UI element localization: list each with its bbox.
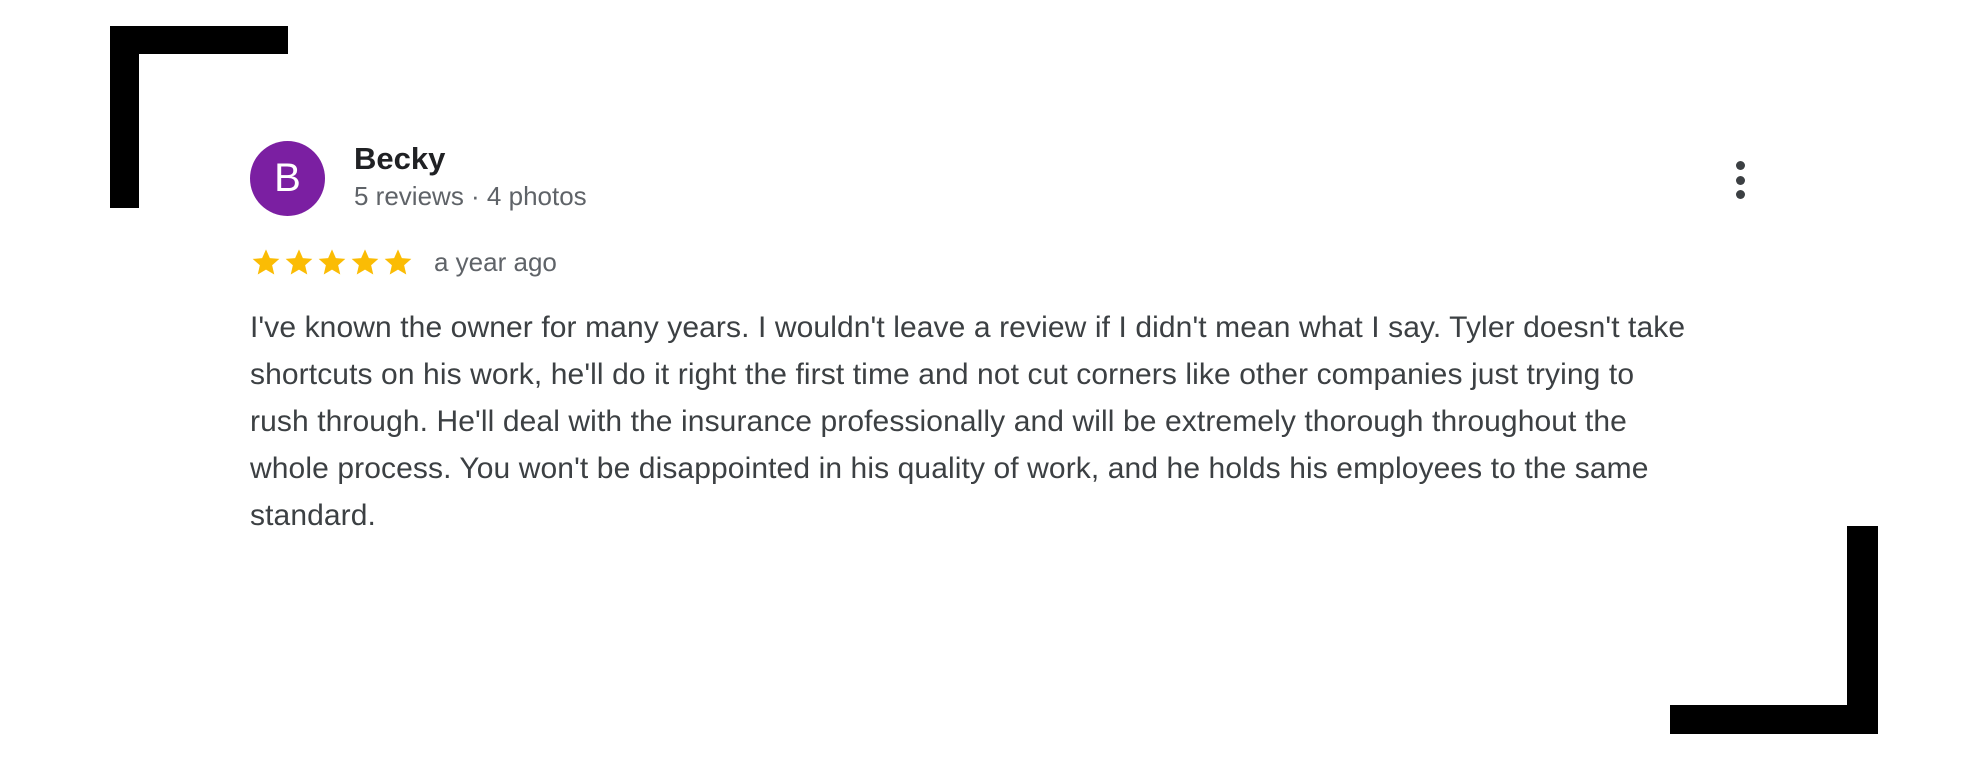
corner-bracket-bottom-right [1670, 526, 1878, 734]
more-vert-icon [1735, 161, 1745, 170]
star-icon [318, 249, 346, 275]
avatar[interactable]: B [250, 141, 325, 216]
star-icon [384, 249, 412, 275]
star-rating [250, 246, 414, 278]
more-vert-icon-dot [1735, 190, 1745, 199]
author-block: Becky 5 reviews · 4 photos [354, 141, 587, 213]
review-text: I've known the owner for many years. I w… [250, 311, 1686, 532]
more-options-button[interactable] [1720, 155, 1760, 205]
star-icon [351, 249, 379, 275]
star-icon [252, 249, 280, 275]
star-icon [285, 249, 313, 275]
rating-row: a year ago [250, 242, 557, 282]
author-name[interactable]: Becky [354, 141, 587, 177]
more-vert-icon-dot [1735, 175, 1745, 185]
author-meta: 5 reviews · 4 photos [354, 181, 587, 211]
review-date: a year ago [434, 246, 557, 277]
